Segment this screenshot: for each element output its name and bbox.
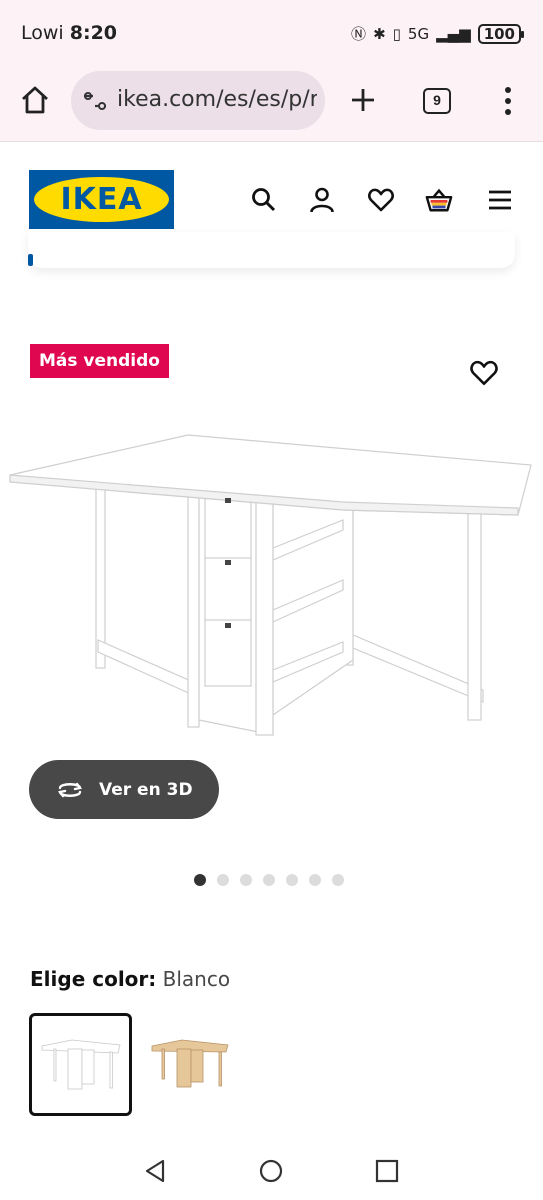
- browser-toolbar: ikea.com/es/es/p/r 9: [0, 66, 543, 142]
- network-type: 5G: [407, 24, 430, 43]
- logo-text: IKEA: [60, 182, 143, 217]
- plus-icon[interactable]: [349, 86, 377, 114]
- birch-table-thumbnail: [151, 1039, 229, 1088]
- user-icon[interactable]: [308, 186, 336, 214]
- carousel-dot[interactable]: [217, 874, 229, 886]
- view-3d-label: Ver en 3D: [99, 779, 193, 800]
- back-icon[interactable]: [143, 1158, 169, 1184]
- product-image[interactable]: [8, 420, 535, 750]
- nfc-icon: Ⓝ: [351, 25, 367, 43]
- color-label-text: Elige color:: [30, 967, 157, 991]
- search-bar-edge[interactable]: [28, 232, 515, 268]
- color-selector-label: Elige color: Blanco: [30, 967, 230, 991]
- carousel-dot[interactable]: [194, 874, 206, 886]
- carousel-indicators: [194, 874, 344, 886]
- bluetooth-icon: ✱: [373, 24, 386, 43]
- color-swatch-birch[interactable]: [140, 1013, 243, 1116]
- hamburger-menu-icon[interactable]: [486, 186, 514, 214]
- system-navigation-bar: [0, 1140, 543, 1200]
- carrier-label: Lowi: [21, 22, 64, 44]
- vibrate-icon: ▯: [392, 24, 401, 43]
- carousel-dot[interactable]: [240, 874, 252, 886]
- signal-icon: ▂▄▆: [436, 24, 471, 43]
- color-swatch-white[interactable]: [29, 1013, 132, 1116]
- site-settings-icon[interactable]: [83, 90, 107, 112]
- url-text[interactable]: ikea.com/es/es/p/r: [117, 87, 317, 112]
- tab-switcher-button[interactable]: 9: [423, 88, 451, 114]
- basket-icon[interactable]: [425, 186, 453, 214]
- carousel-dot[interactable]: [286, 874, 298, 886]
- ikea-logo[interactable]: IKEA: [29, 170, 174, 229]
- rotate-3d-icon: [57, 782, 83, 797]
- recents-icon[interactable]: [374, 1158, 400, 1184]
- more-vert-icon[interactable]: [499, 86, 517, 116]
- view-3d-button[interactable]: Ver en 3D: [29, 760, 219, 819]
- carousel-dot[interactable]: [263, 874, 275, 886]
- white-table-thumbnail: [41, 1039, 121, 1090]
- home-icon[interactable]: [19, 84, 51, 116]
- heart-icon[interactable]: [367, 186, 395, 214]
- favourite-heart-icon[interactable]: [469, 358, 499, 388]
- bestseller-badge: Más vendido: [30, 344, 169, 378]
- carousel-dot[interactable]: [332, 874, 344, 886]
- battery-icon: 100: [477, 23, 525, 44]
- search-icon[interactable]: [250, 186, 278, 214]
- status-icons: Ⓝ ✱ ▯ 5G ▂▄▆ 100: [351, 23, 525, 44]
- carousel-dot[interactable]: [309, 874, 321, 886]
- selected-color-value: Blanco: [162, 967, 231, 991]
- status-bar: Lowi 8:20 Ⓝ ✱ ▯ 5G ▂▄▆ 100: [0, 0, 543, 66]
- clock: 8:20: [69, 22, 118, 44]
- home-circle-icon[interactable]: [258, 1158, 284, 1184]
- status-carrier-time: Lowi 8:20: [21, 22, 117, 44]
- address-bar[interactable]: ikea.com/es/es/p/r: [71, 71, 325, 130]
- search-bar-accent: [28, 254, 33, 266]
